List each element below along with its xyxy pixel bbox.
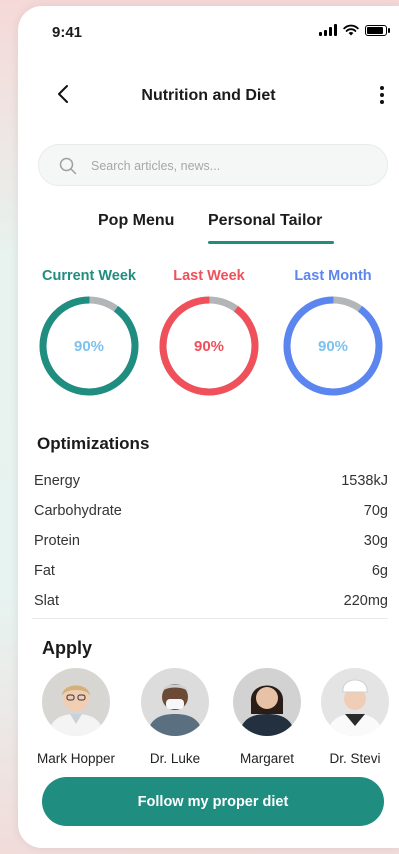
tab-bar: Pop Menu Personal Tailor <box>18 212 399 246</box>
apply-heading: Apply <box>42 638 93 658</box>
experts-list: Mark Hopper Dr. Luke Margaret Dr. Stevi <box>18 668 399 778</box>
avatar <box>42 668 110 736</box>
expert-card[interactable]: Dr. Stevi <box>310 668 399 766</box>
optimizations-list: Energy 1538kJ Carbohydrate 70g Protein 3… <box>34 466 388 616</box>
nutrient-row: Energy 1538kJ <box>34 466 388 496</box>
nutrient-value: 6g <box>371 563 388 579</box>
nutrient-row: Protein 30g <box>34 526 388 556</box>
avatar <box>233 668 301 736</box>
nutrient-value: 30g <box>363 533 388 549</box>
progress-value: 90% <box>194 338 224 355</box>
progress-value: 90% <box>74 338 104 355</box>
tab-personal-tailor[interactable]: Personal Tailor <box>208 212 322 230</box>
progress-label: Current Week <box>41 268 136 284</box>
progress-ring: 90% <box>39 296 139 396</box>
nutrient-row: Slat 220mg <box>34 586 388 616</box>
nutrient-value: 1538kJ <box>341 473 388 489</box>
wifi-icon <box>343 24 359 36</box>
expert-name: Margaret <box>239 751 295 766</box>
status-bar: 9:41 <box>18 6 399 56</box>
search-input[interactable] <box>89 153 373 179</box>
progress-last-month: Last Month 90% <box>273 268 393 398</box>
nutrient-name: Energy <box>34 473 80 489</box>
search-icon <box>59 157 77 175</box>
progress-ring: 90% <box>283 296 383 396</box>
phone-screen: 9:41 Nutrition and Diet Pop Menu Pe <box>18 6 399 848</box>
expert-name: Dr. Luke <box>149 751 201 766</box>
nutrient-name: Protein <box>34 533 80 549</box>
nutrient-name: Carbohydrate <box>34 503 122 519</box>
progress-rings: Current Week 90% Last Week 90% Last Mont… <box>18 268 399 408</box>
battery-icon <box>365 24 390 36</box>
expert-card[interactable]: Dr. Luke <box>130 668 220 766</box>
progress-last-week: Last Week 90% <box>149 268 269 398</box>
expert-card[interactable]: Margaret <box>222 668 312 766</box>
nutrient-value: 70g <box>363 503 388 519</box>
optimizations-heading: Optimizations <box>37 434 150 453</box>
progress-label: Last Week <box>173 268 245 284</box>
nutrient-value: 220mg <box>343 593 388 609</box>
page-title: Nutrition and Diet <box>141 87 276 104</box>
section-divider <box>32 618 388 619</box>
expert-name: Dr. Stevi <box>329 751 381 766</box>
progress-current-week: Current Week 90% <box>29 268 149 398</box>
avatar <box>321 668 389 736</box>
follow-diet-button[interactable]: Follow my proper diet <box>42 777 384 826</box>
expert-card[interactable]: Mark Hopper <box>31 668 121 766</box>
progress-value: 90% <box>318 338 348 355</box>
nutrient-name: Slat <box>34 593 59 609</box>
nutrient-row: Carbohydrate 70g <box>34 496 388 526</box>
status-time: 9:41 <box>52 24 83 41</box>
nutrient-row: Fat 6g <box>34 556 388 586</box>
expert-name: Mark Hopper <box>36 751 116 766</box>
tab-pop-menu[interactable]: Pop Menu <box>98 212 174 230</box>
cellular-signal-icon <box>319 24 337 36</box>
active-tab-indicator <box>208 241 334 244</box>
avatar <box>141 668 209 736</box>
progress-ring: 90% <box>159 296 259 396</box>
more-options-icon[interactable] <box>379 86 385 106</box>
app-header: Nutrition and Diet <box>18 78 399 114</box>
status-icons <box>319 24 390 36</box>
search-bar[interactable] <box>38 144 388 186</box>
progress-label: Last Month <box>294 268 372 284</box>
nutrient-name: Fat <box>34 563 55 579</box>
